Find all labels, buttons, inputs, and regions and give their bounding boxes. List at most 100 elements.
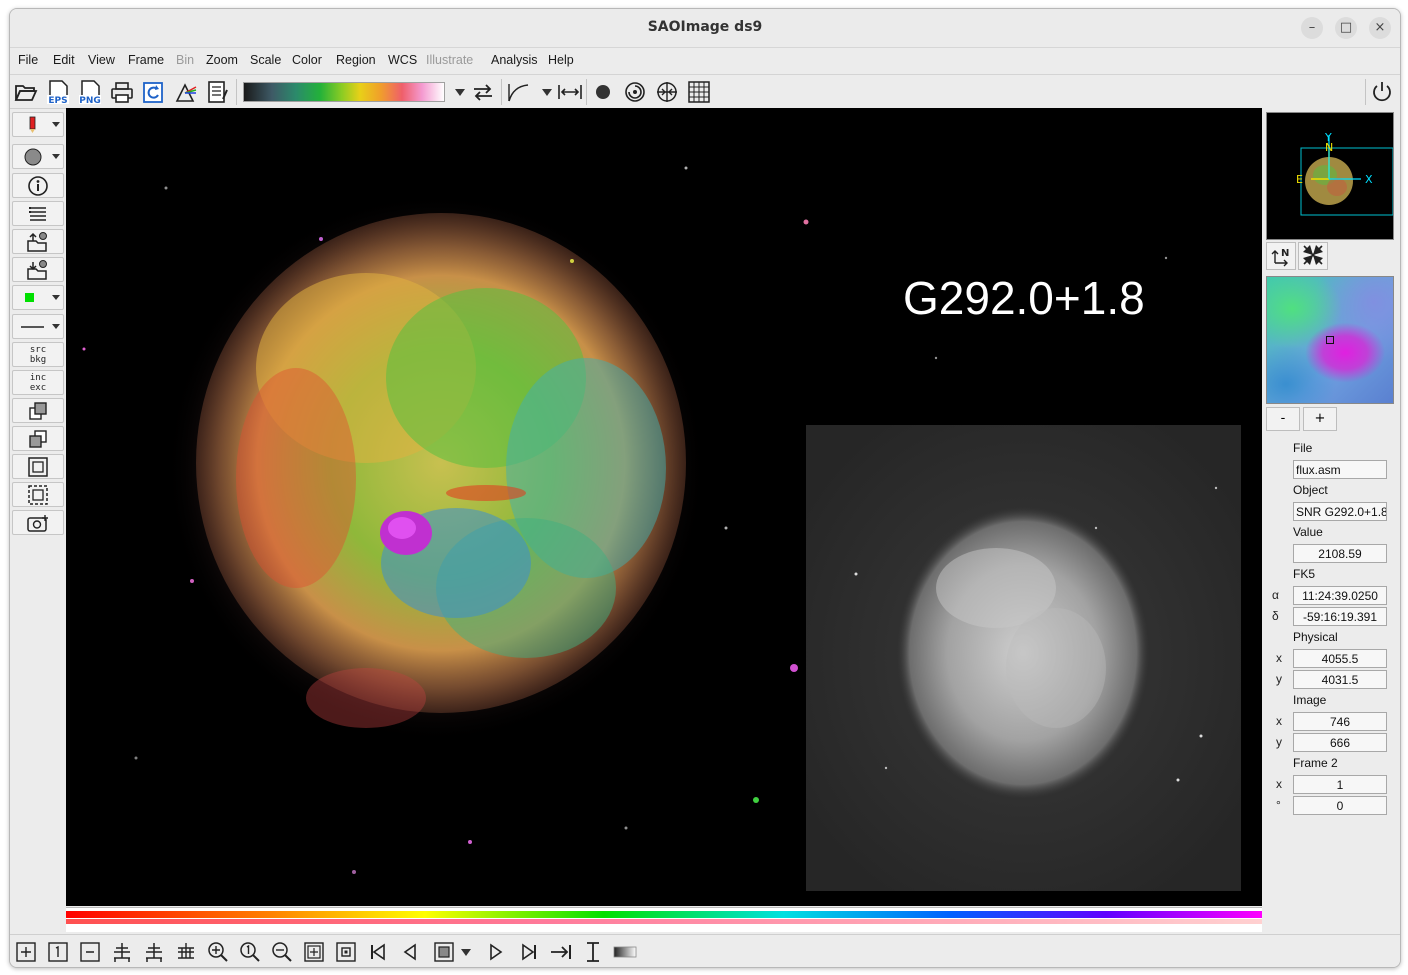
menu-bin[interactable]: Bin	[176, 53, 194, 67]
save-eps-button[interactable]: EPS	[44, 78, 72, 106]
delete-frame-button[interactable]	[76, 938, 104, 965]
horizontal-colorbar-button[interactable]	[547, 938, 575, 965]
save-region-button[interactable]	[12, 257, 64, 282]
menu-illustrate[interactable]: Illustrate	[426, 53, 473, 67]
left-toolbar: src bkg inc exc	[10, 108, 66, 934]
new-frame-button[interactable]	[12, 938, 40, 965]
next-frame-button[interactable]	[482, 938, 510, 965]
previous-frame-button[interactable]	[396, 938, 424, 965]
eps-file-icon: EPS	[47, 80, 69, 105]
exc-label: exc	[29, 382, 47, 393]
scale-curve-button[interactable]	[505, 78, 533, 106]
toolbar-separator	[236, 79, 237, 105]
blink-frames-button[interactable]	[140, 938, 168, 965]
dropdown-arrow-icon	[461, 948, 471, 956]
menu-edit[interactable]: Edit	[53, 53, 75, 67]
line-width-button[interactable]	[12, 314, 64, 339]
magnifier-zoom-out-button[interactable]: -	[1266, 407, 1300, 431]
frame-angle-field: 0	[1293, 796, 1387, 815]
compass-toggle-button[interactable]	[1298, 242, 1328, 270]
prism-button[interactable]	[172, 78, 200, 106]
menu-frame[interactable]: Frame	[128, 53, 164, 67]
colormap-selector[interactable]	[243, 82, 445, 102]
crosshair-mode-button[interactable]	[589, 78, 617, 106]
zoom-out-button[interactable]	[268, 938, 296, 965]
magnifier-zoom-in-button[interactable]: +	[1303, 407, 1337, 431]
save-png-button[interactable]: PNG	[76, 78, 104, 106]
menu-help[interactable]: Help	[548, 53, 574, 67]
frame-layout-dropdown[interactable]	[458, 938, 474, 965]
snr-color-image: G292.0+1.8	[82, 166, 1241, 891]
alpha-symbol: α	[1272, 588, 1279, 602]
menu-region[interactable]: Region	[336, 53, 376, 67]
menu-wcs[interactable]: WCS	[388, 53, 417, 67]
vertical-colorbar-button[interactable]	[579, 938, 607, 965]
circle-shape-icon	[24, 148, 60, 165]
colorbar-secondary	[66, 919, 1262, 924]
quit-button[interactable]	[1368, 78, 1396, 106]
frame-one-icon	[48, 941, 68, 962]
minmax-button[interactable]	[556, 78, 584, 106]
region-list-button[interactable]	[12, 201, 64, 226]
axis-x-label: X	[1365, 173, 1373, 186]
region-shape-button[interactable]	[12, 144, 64, 169]
fade-frames-button[interactable]	[172, 938, 200, 965]
move-back-button[interactable]	[12, 426, 64, 451]
colorbar[interactable]	[66, 907, 1262, 932]
load-region-button[interactable]	[12, 229, 64, 254]
object-label-overlay: G292.0+1.8	[903, 272, 1145, 324]
zoom-fit-button[interactable]	[300, 938, 328, 965]
src-label: src	[29, 344, 47, 355]
select-none-button[interactable]	[12, 482, 64, 507]
last-frame-button[interactable]	[515, 938, 543, 965]
print-button[interactable]	[108, 78, 136, 106]
open-file-button[interactable]	[12, 78, 40, 106]
select-all-button[interactable]	[12, 454, 64, 479]
menu-analysis[interactable]: Analysis	[491, 53, 538, 67]
menu-color[interactable]: Color	[292, 53, 322, 67]
move-front-button[interactable]	[12, 398, 64, 423]
power-icon	[1373, 82, 1391, 102]
axis-y-label: Y	[1324, 131, 1332, 144]
rotate-button[interactable]	[621, 78, 649, 106]
maximize-button[interactable]: □	[1335, 17, 1357, 39]
toolbar-separator	[1365, 79, 1366, 105]
colorbar-toggle-button[interactable]	[611, 938, 639, 965]
center-frame-button[interactable]	[332, 938, 360, 965]
tile-icon	[114, 942, 130, 962]
first-frame-button[interactable]	[364, 938, 392, 965]
north-up-button[interactable]: N	[1266, 242, 1296, 270]
tile-frames-button[interactable]	[108, 938, 136, 965]
menu-zoom[interactable]: Zoom	[206, 53, 238, 67]
zoom-in-button[interactable]	[204, 938, 232, 965]
camera-icon	[27, 514, 48, 532]
close-button[interactable]: ×	[1369, 17, 1391, 39]
info-button[interactable]	[12, 173, 64, 198]
colorbar-primary	[66, 911, 1262, 918]
source-background-button[interactable]: src bkg	[12, 342, 64, 367]
panner[interactable]: N E Y X	[1266, 112, 1394, 240]
invert-colormap-button[interactable]	[469, 78, 497, 106]
menu-file[interactable]: File	[18, 53, 38, 67]
frame-layout-button[interactable]	[430, 938, 458, 965]
minimize-button[interactable]: –	[1301, 17, 1323, 39]
zoom-one-button[interactable]	[236, 938, 264, 965]
grid-button[interactable]	[685, 78, 713, 106]
zoom-fit-icon	[304, 941, 324, 962]
delete-region-button[interactable]	[12, 510, 64, 535]
menu-scale[interactable]: Scale	[250, 53, 281, 67]
edit-mode-button[interactable]	[12, 112, 64, 137]
magnifier	[1266, 276, 1394, 404]
menu-view[interactable]: View	[88, 53, 115, 67]
zoom-out-icon	[272, 941, 292, 962]
include-exclude-button[interactable]: inc exc	[12, 370, 64, 395]
button-toolbar: EPS PNG	[10, 75, 1400, 109]
notes-button[interactable]	[204, 78, 232, 106]
region-color-button[interactable]	[12, 285, 64, 310]
refresh-button[interactable]	[140, 78, 168, 106]
pan-button[interactable]	[653, 78, 681, 106]
compass-east-label: E	[1296, 173, 1303, 186]
single-frame-button[interactable]	[44, 938, 72, 965]
image-canvas[interactable]: G292.0+1.8	[66, 108, 1262, 906]
fade-icon	[178, 942, 194, 959]
